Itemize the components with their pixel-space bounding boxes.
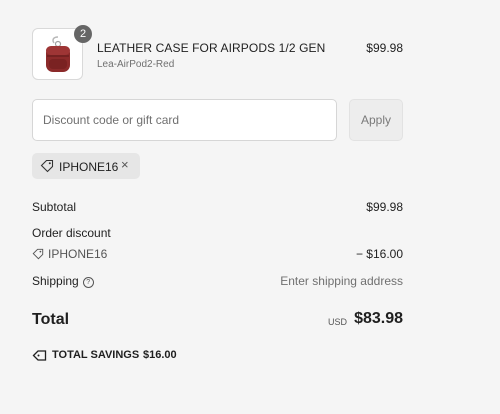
applied-discount-chip: IPHONE16 × [32, 153, 140, 179]
quantity-badge: 2 [74, 25, 92, 43]
shipping-label: Shipping [32, 274, 79, 288]
order-discount-label: Order discount [32, 226, 111, 240]
product-thumbnail: 2 [32, 25, 92, 80]
tag-icon [32, 248, 44, 260]
tag-icon [40, 159, 54, 173]
product-variant: Lea-AirPod2-Red [97, 59, 175, 70]
total-currency: USD [327, 317, 347, 327]
total-value: $83.98 [354, 310, 403, 327]
shipping-value: Enter shipping address [280, 274, 403, 288]
discount-line-code: IPHONE16 [48, 247, 108, 261]
apply-button[interactable]: Apply [349, 99, 403, 141]
savings-tag-icon [32, 350, 47, 361]
discount-code-input[interactable] [32, 99, 337, 141]
product-price: $99.98 [366, 41, 403, 55]
product-name: LEATHER CASE FOR AIRPODS 1/2 GEN [97, 41, 326, 55]
total-row: Total USD $83.98 [32, 309, 403, 333]
remove-discount-icon[interactable]: × [121, 158, 129, 172]
line-item: 2 LEATHER CASE FOR AIRPODS 1/2 GEN Lea-A… [32, 25, 403, 83]
applied-discount-code: IPHONE16 [59, 160, 119, 174]
total-label: Total [32, 311, 70, 328]
shipping-label-wrap: Shipping? [32, 274, 94, 289]
help-icon[interactable]: ? [82, 277, 94, 288]
subtotal-value: $99.98 [366, 200, 403, 214]
savings-value: $16.00 [143, 349, 177, 361]
subtotal-label: Subtotal [32, 200, 77, 214]
leather-case-icon [46, 36, 70, 72]
savings-label: TOTAL SAVINGS [52, 349, 140, 361]
discount-line-value: − $16.00 [355, 247, 403, 261]
